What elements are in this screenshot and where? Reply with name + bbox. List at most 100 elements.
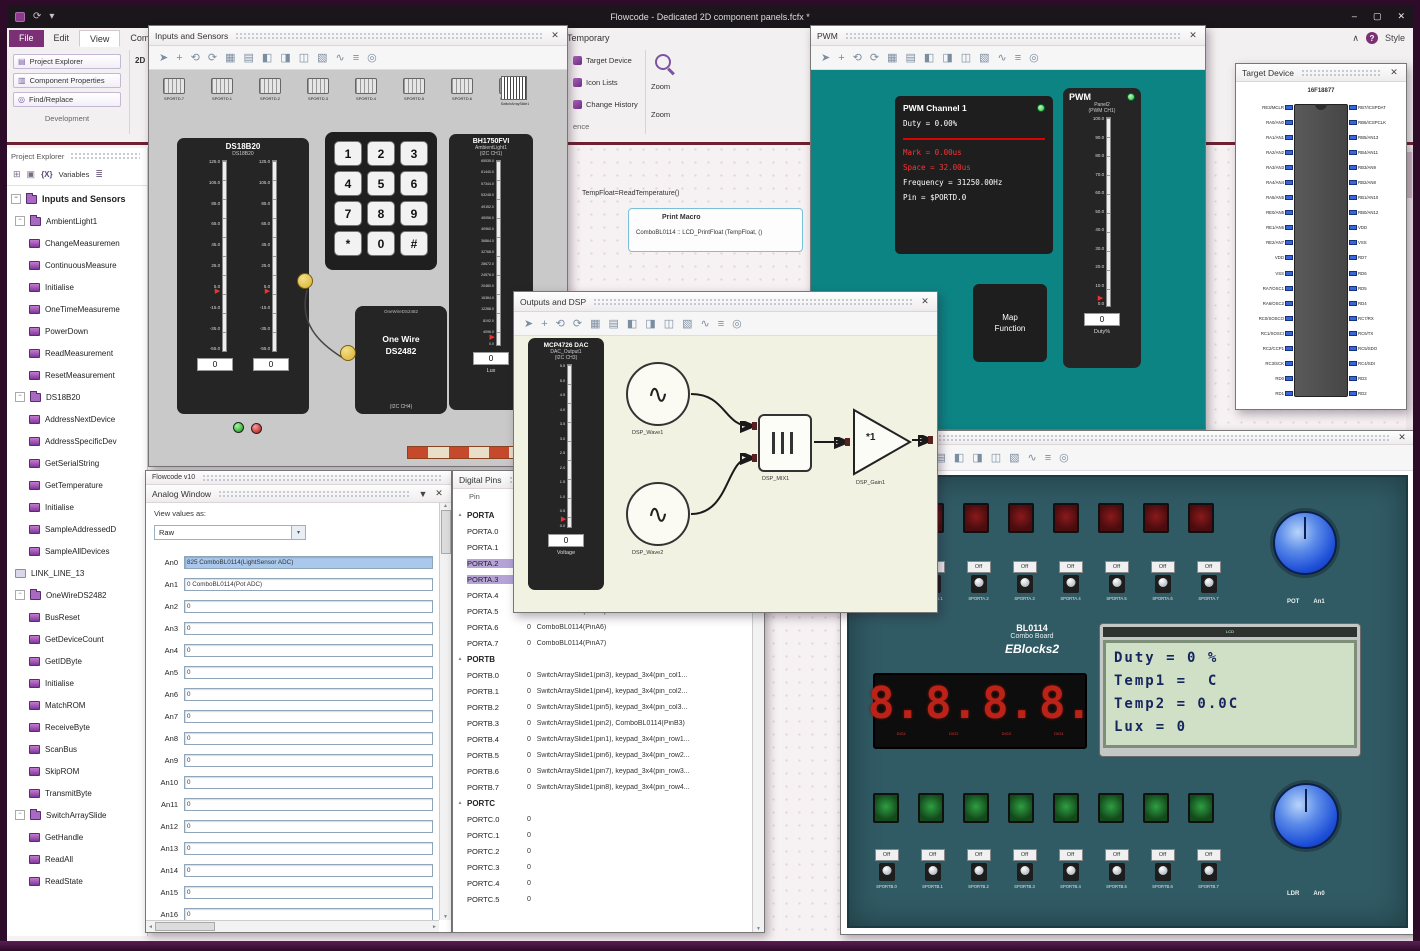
ribbon-tab[interactable]: View [79,30,121,47]
grid-icon[interactable]: ▦ [225,51,235,64]
pin-row[interactable]: PORTC.0 0 [453,811,752,827]
analog-value-field[interactable]: 825 ComboBL0114(LightSensor ADC) [184,555,433,569]
align-top-icon[interactable]: ▤ [906,51,916,64]
analog-value-field[interactable]: 0 [184,885,433,899]
pin-row[interactable]: PORTA.7 0 ComboBL0114(PinA7) [453,635,752,651]
view-option-icon-lists[interactable]: Icon Lists [573,78,618,87]
pin-row[interactable]: PORTB [453,651,752,667]
gauge-marker[interactable]: ▶ [1098,295,1103,302]
align-left-icon[interactable]: ◧ [627,317,637,330]
dip-switch-component[interactable] [501,76,527,100]
pin[interactable] [1349,179,1357,185]
switch-lever[interactable] [924,863,941,881]
pin[interactable] [1285,376,1293,382]
switch-lever[interactable] [1200,575,1217,593]
keypad-key[interactable]: 2 [367,141,395,166]
toggle-switch[interactable]: Off SPORTB.1 [919,849,946,889]
pin[interactable] [1285,119,1293,125]
scrollbar-thumb[interactable] [154,922,215,931]
dropdown-icon[interactable]: ▼ [417,489,429,499]
map-function-component[interactable]: Map Function [973,284,1047,362]
toggle-switch[interactable]: Off SPORTA.4 [1057,561,1084,601]
tree-item[interactable]: ReadMeasurement [7,342,147,364]
pin[interactable] [1285,195,1293,201]
switch-lever[interactable] [1108,863,1125,881]
tree-item[interactable]: Initialise [7,672,147,694]
pin-row[interactable]: PORTC.3 0 [453,859,752,875]
window-titlebar[interactable]: PWM ✕ [811,26,1205,46]
tree-item[interactable]: GetSerialString [7,452,147,474]
port-connector[interactable]: SPORTD.5 [401,78,427,101]
pin[interactable] [1349,225,1357,231]
scroll-down-icon[interactable]: ▼ [756,926,761,932]
rotate-right-icon[interactable]: ⟳ [870,51,879,64]
switch-lever[interactable] [1016,863,1033,881]
scroll-right-icon[interactable]: ► [432,924,437,930]
pin[interactable] [1285,361,1293,367]
analog-value-field[interactable]: 0 [184,797,433,811]
port-connector[interactable]: SPORTD.1 [209,78,235,101]
keypad-key[interactable]: # [400,231,428,256]
zoom-icon[interactable] [655,54,671,70]
pin[interactable] [1349,134,1357,140]
rotate-right-icon[interactable]: ⟳ [573,317,582,330]
keypad-key[interactable]: 5 [367,171,395,196]
tree-item[interactable]: ReadState [7,870,147,892]
toggle-switch[interactable]: Off SPORTB.3 [1011,849,1038,889]
tree-item[interactable]: SwitchArraySlide [7,804,147,826]
pin[interactable] [1285,240,1293,246]
view-option-change-history[interactable]: Change History [573,100,638,109]
split-view-icon[interactable]: ◫ [664,317,674,330]
keypad-key[interactable]: 1 [334,141,362,166]
tree-item[interactable]: SampleAllDevices [7,540,147,562]
port-connector[interactable]: SPORTD.3 [305,78,331,101]
pin[interactable] [1285,285,1293,291]
rotate-right-icon[interactable]: ⟳ [208,51,217,64]
pin[interactable] [1349,285,1357,291]
zoom-button[interactable]: Zoom [651,82,670,91]
align-right-icon[interactable]: ◨ [280,51,290,64]
switch-lever[interactable] [1154,863,1171,881]
style-menu[interactable]: Style [1385,33,1405,43]
pin[interactable] [1349,391,1357,397]
window-titlebar[interactable]: Analog Window ▼ ✕ [146,485,451,503]
tree-item[interactable]: ContinuousMeasure [7,254,147,276]
pin[interactable] [1285,134,1293,140]
scroll-up-icon[interactable]: ▲ [443,503,448,509]
analog-value-field[interactable]: 0 [184,643,433,657]
tree-item[interactable]: OneWireDS2482 [7,584,147,606]
chevron-down-icon[interactable]: ▾ [291,526,305,539]
port-connector[interactable]: SPORTD.6 [449,78,475,101]
keypad-key[interactable]: 3 [400,141,428,166]
dsp-wave1-component[interactable]: ∿ [626,362,690,426]
find-replace-button[interactable]: ◎ Find/Replace [13,92,121,107]
port-connector[interactable]: SPORTD.7 [161,78,187,101]
refresh-icon[interactable]: ⟳ [33,11,41,22]
panels-2d-label[interactable]: 2D [135,56,145,65]
led-green[interactable] [233,422,244,433]
grid-icon[interactable]: ▦ [590,317,600,330]
pin[interactable] [1285,179,1293,185]
mcp4726-dac-component[interactable]: MCP4726 DAC DAC_Output1 (I2C CH3) 5.5 5.0… [528,338,604,590]
toggle-switch[interactable]: Off SPORTB.7 [1195,849,1222,889]
pin-row[interactable]: PORTC [453,795,752,811]
pin[interactable] [1349,315,1357,321]
close-button[interactable]: ✕ [1397,11,1405,22]
analog-value-field[interactable]: 0 [184,665,433,679]
pin[interactable] [1285,315,1293,321]
view-option-target-device[interactable]: Target Device [573,56,632,65]
menu-icon[interactable]: ≣ [95,169,103,180]
close-icon[interactable]: ✕ [1396,432,1408,443]
switch-lever[interactable] [1200,863,1217,881]
select-cursor-icon[interactable]: ➤ [159,51,168,64]
pin-row[interactable]: PORTB.2 0 SwitchArraySlide1(pin5), keypad… [453,699,752,715]
toggle-switch[interactable]: Off SPORTA.6 [1149,561,1176,601]
tree-item[interactable]: Initialise [7,496,147,518]
component-properties-button[interactable]: ▥ Component Properties [13,73,121,88]
pattern-icon[interactable]: ▧ [979,51,989,64]
close-icon[interactable]: ✕ [1187,30,1199,41]
variables-label[interactable]: Variables [59,170,90,179]
ribbon-tab-temporary[interactable]: Temporary [567,33,610,43]
dsp-mix-component[interactable] [758,414,812,472]
keypad-key[interactable]: 6 [400,171,428,196]
